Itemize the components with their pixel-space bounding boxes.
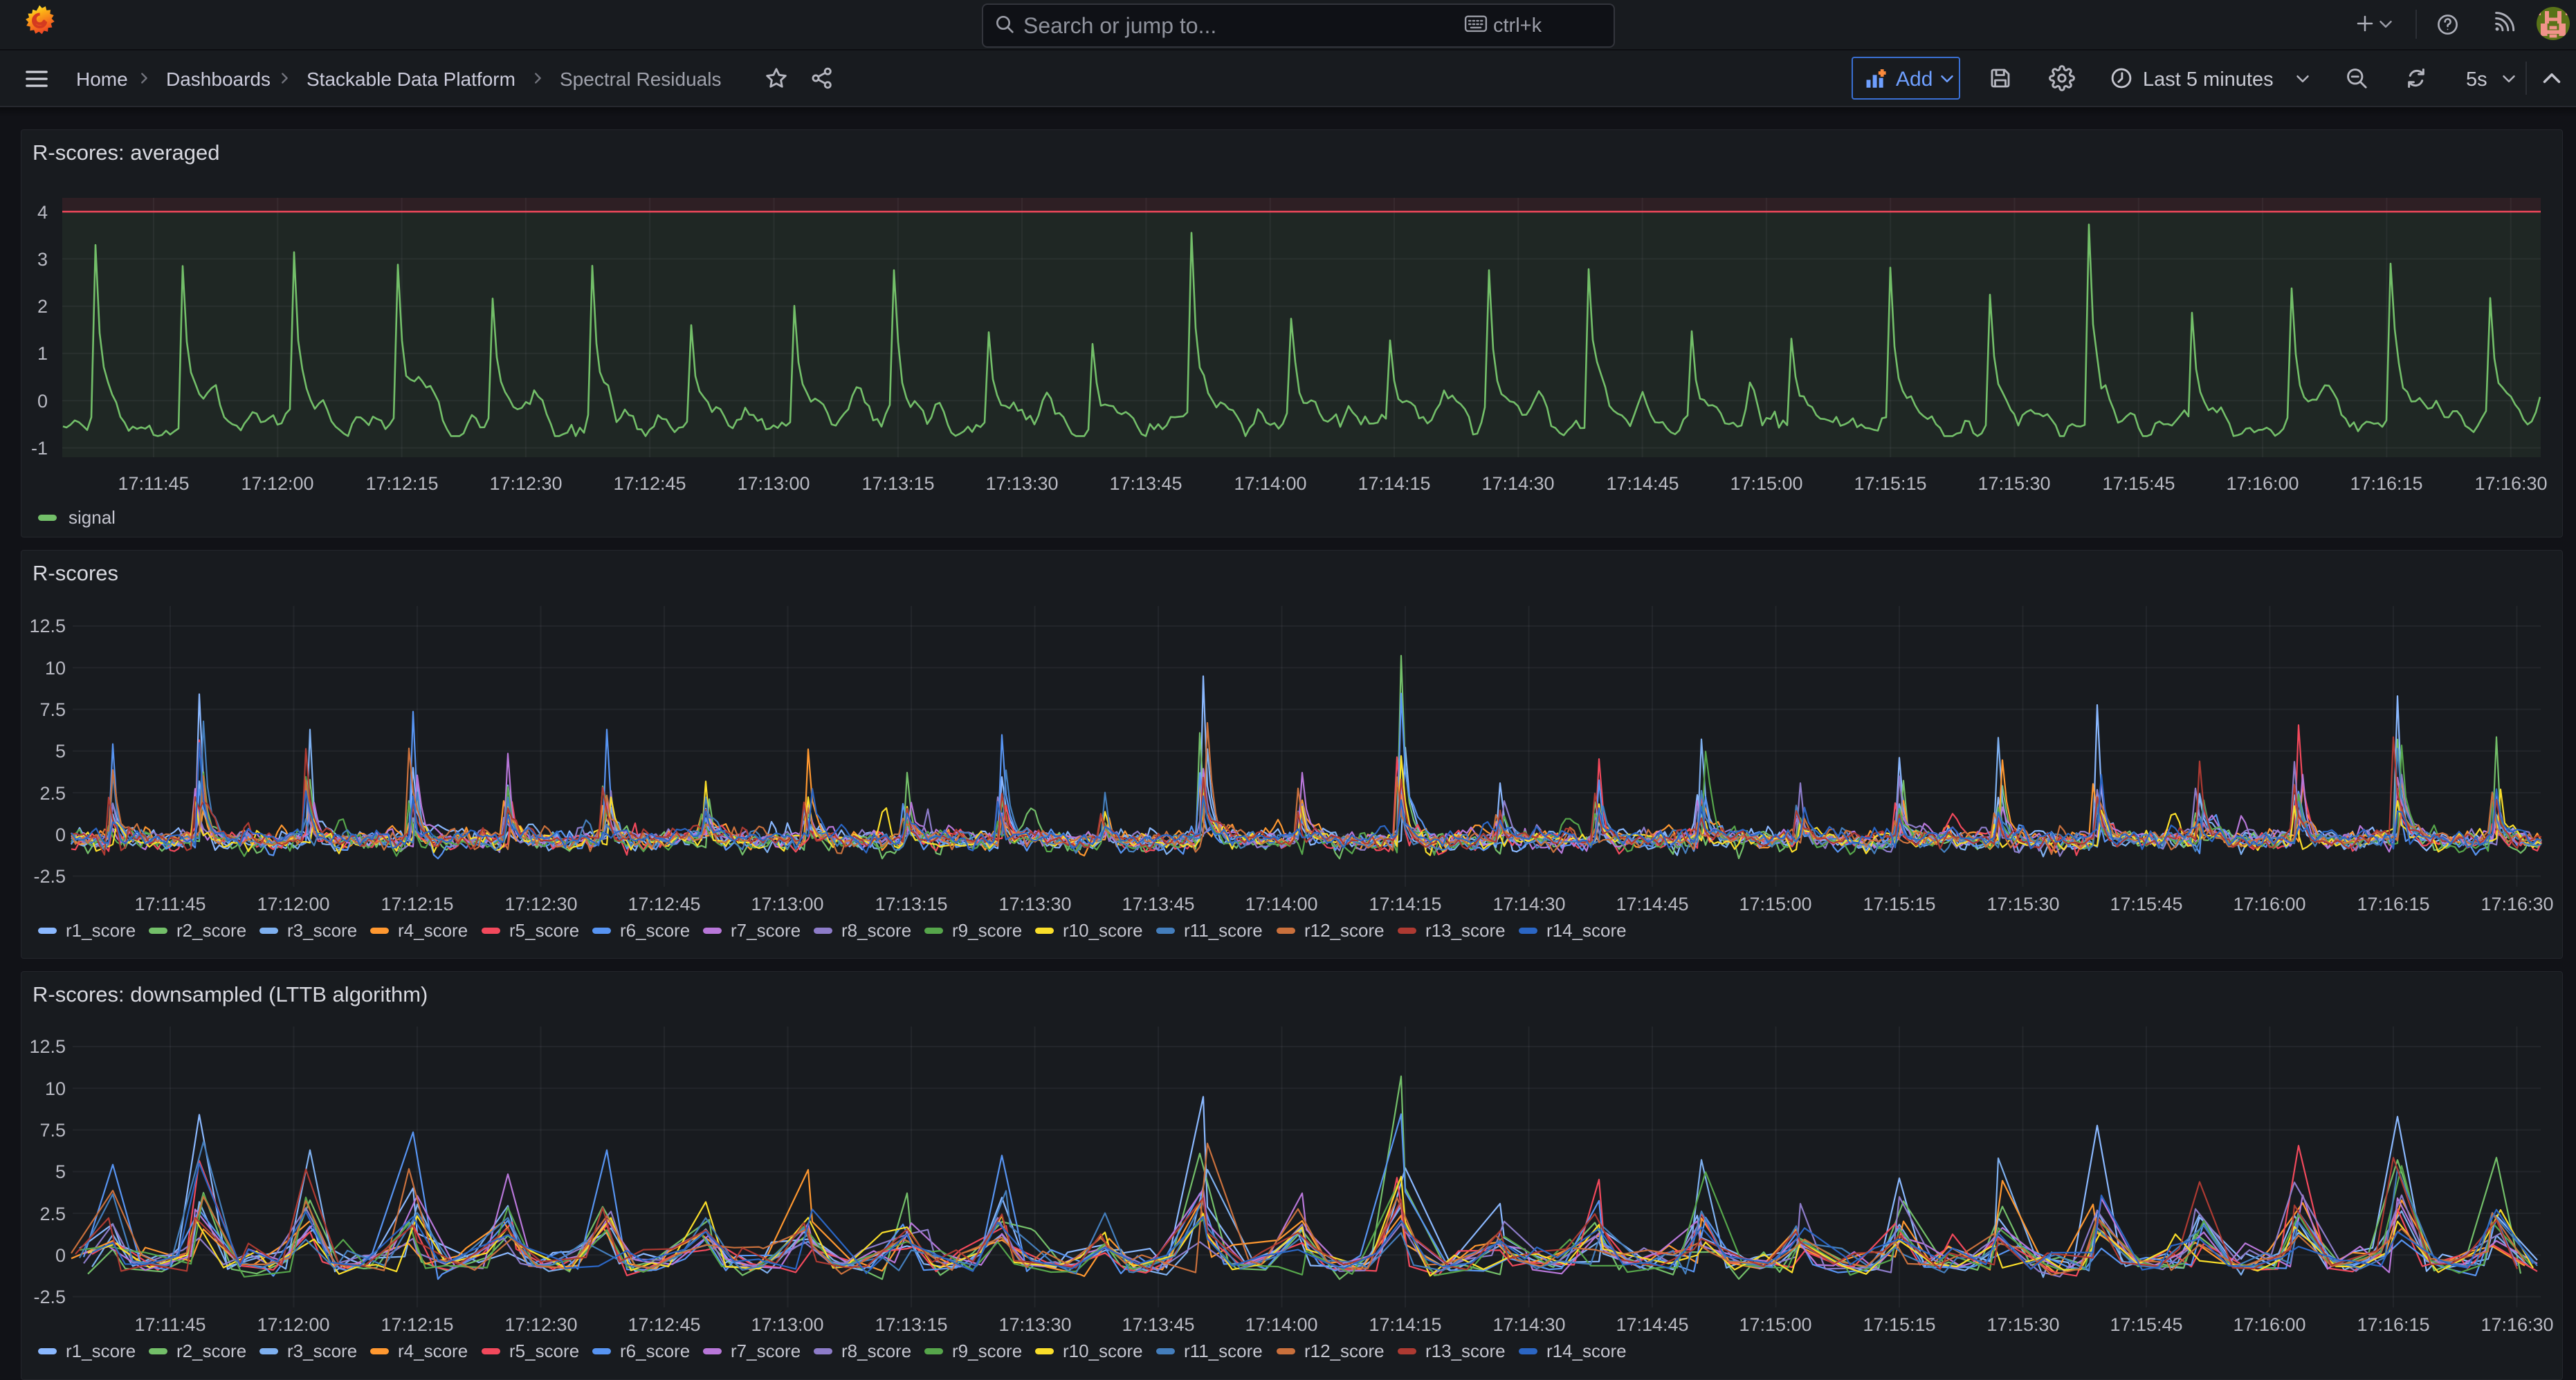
svg-text:r13_score: r13_score	[1425, 1341, 1506, 1361]
svg-text:17:14:45: 17:14:45	[1616, 1314, 1688, 1335]
svg-text:17:12:45: 17:12:45	[628, 1314, 700, 1335]
svg-text:5: 5	[55, 1161, 66, 1182]
svg-text:-2.5: -2.5	[33, 1287, 66, 1307]
svg-text:r11_score: r11_score	[1184, 1341, 1263, 1361]
svg-text:r4_score: r4_score	[398, 1341, 468, 1361]
svg-text:r1_score: r1_score	[66, 1341, 136, 1361]
svg-text:10: 10	[45, 1078, 66, 1099]
svg-text:r8_score: r8_score	[841, 1341, 911, 1361]
svg-text:17:14:30: 17:14:30	[1492, 1314, 1565, 1335]
svg-text:17:11:45: 17:11:45	[134, 1314, 205, 1335]
svg-text:17:14:15: 17:14:15	[1369, 1314, 1441, 1335]
svg-text:r7_score: r7_score	[731, 1341, 801, 1361]
svg-text:r6_score: r6_score	[620, 1341, 690, 1361]
svg-text:17:12:30: 17:12:30	[504, 1314, 577, 1335]
svg-text:17:13:00: 17:13:00	[751, 1314, 823, 1335]
svg-text:17:16:15: 17:16:15	[2357, 1314, 2429, 1335]
svg-text:17:15:30: 17:15:30	[1986, 1314, 2059, 1335]
svg-text:17:16:30: 17:16:30	[2481, 1314, 2553, 1335]
svg-text:r3_score: r3_score	[287, 1341, 357, 1361]
svg-text:17:13:15: 17:13:15	[875, 1314, 947, 1335]
svg-text:r12_score: r12_score	[1304, 1341, 1385, 1361]
svg-text:2.5: 2.5	[39, 1204, 66, 1224]
svg-text:12.5: 12.5	[29, 1036, 66, 1057]
svg-text:17:13:30: 17:13:30	[998, 1314, 1071, 1335]
svg-text:7.5: 7.5	[39, 1120, 66, 1141]
svg-text:r2_score: r2_score	[176, 1341, 246, 1361]
svg-text:17:16:00: 17:16:00	[2233, 1314, 2305, 1335]
svg-text:17:13:45: 17:13:45	[1122, 1314, 1194, 1335]
svg-text:r10_score: r10_score	[1063, 1341, 1143, 1361]
svg-text:17:15:45: 17:15:45	[2110, 1314, 2182, 1335]
svg-text:17:12:15: 17:12:15	[381, 1314, 453, 1335]
svg-text:r5_score: r5_score	[509, 1341, 579, 1361]
svg-text:17:12:00: 17:12:00	[257, 1314, 329, 1335]
svg-text:17:15:00: 17:15:00	[1739, 1314, 1811, 1335]
svg-text:17:15:15: 17:15:15	[1863, 1314, 1935, 1335]
svg-text:0: 0	[55, 1245, 66, 1266]
svg-text:r9_score: r9_score	[952, 1341, 1022, 1361]
svg-text:17:14:00: 17:14:00	[1245, 1314, 1317, 1335]
svg-text:r14_score: r14_score	[1546, 1341, 1627, 1361]
